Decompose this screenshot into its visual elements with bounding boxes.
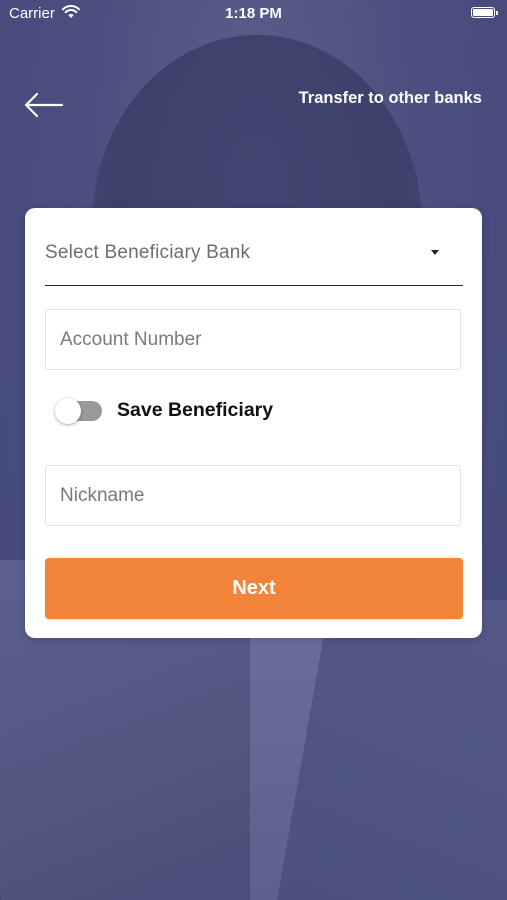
status-bar: Carrier 1:18 PM: [0, 0, 507, 28]
save-beneficiary-toggle[interactable]: [55, 398, 102, 424]
caret-down-icon: [431, 250, 439, 255]
transfer-form-card: Select Beneficiary Bank Save Beneficiary…: [25, 208, 482, 638]
arrow-left-icon: [24, 92, 64, 118]
status-time: 1:18 PM: [225, 5, 282, 22]
toggle-knob: [55, 398, 81, 424]
nickname-input[interactable]: [45, 465, 461, 526]
next-button[interactable]: Next: [45, 558, 463, 619]
beneficiary-bank-select[interactable]: Select Beneficiary Bank: [45, 230, 463, 286]
account-number-input[interactable]: [45, 309, 461, 370]
page-title: Transfer to other banks: [298, 89, 482, 107]
back-button[interactable]: [22, 88, 66, 122]
battery-icon: [471, 7, 498, 18]
bank-select-placeholder: Select Beneficiary Bank: [45, 242, 251, 263]
save-beneficiary-label: Save Beneficiary: [117, 399, 274, 421]
